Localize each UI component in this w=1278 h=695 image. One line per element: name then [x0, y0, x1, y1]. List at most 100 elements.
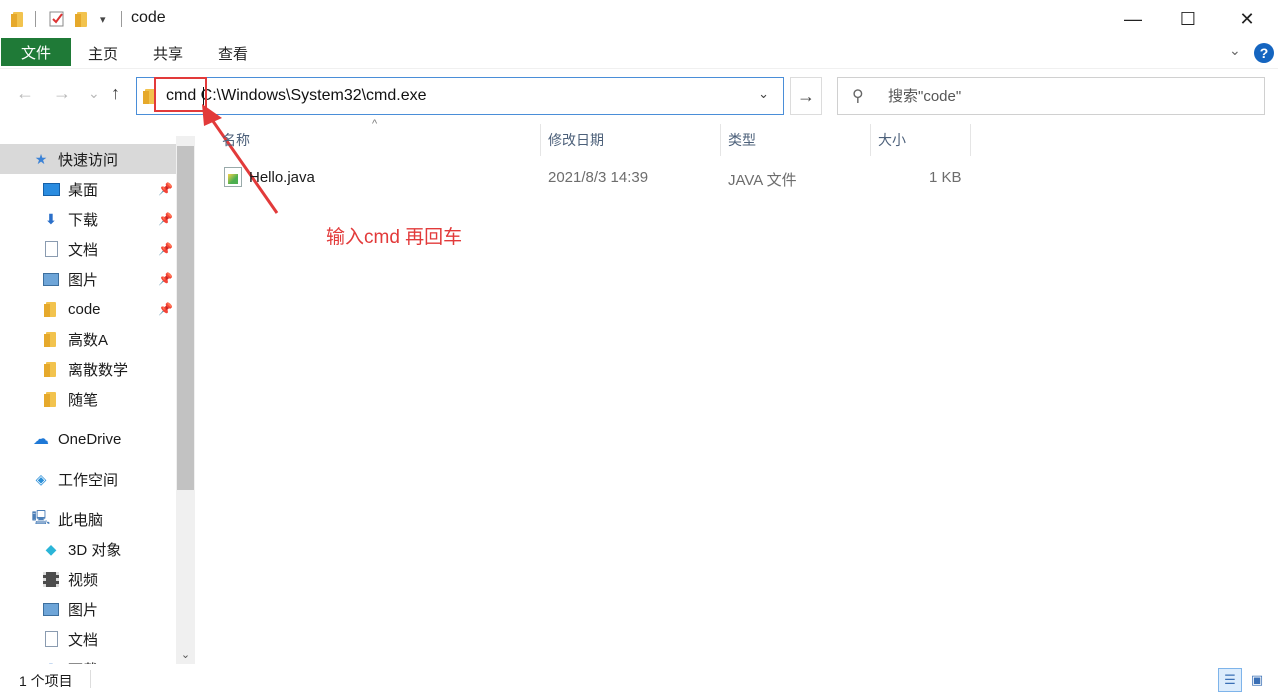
sidebar-item-notes[interactable]: 随笔 — [0, 384, 176, 414]
column-header-type[interactable]: 类型 — [720, 124, 870, 156]
minimize-icon: — — [1124, 8, 1142, 29]
search-box[interactable]: ⚲ — [837, 77, 1265, 115]
annotation-arrow — [202, 104, 279, 214]
sidebar-item-label: 3D 对象 — [68, 541, 122, 559]
sidebar-item-gaoshu-a[interactable]: 高数A — [0, 324, 176, 354]
column-header-name[interactable]: 名称 — [214, 124, 540, 156]
sidebar-item-label: 桌面 — [68, 181, 99, 199]
search-input[interactable] — [888, 86, 1248, 106]
minimize-button[interactable]: — — [1110, 0, 1156, 38]
folder-icon — [42, 391, 60, 407]
folder-icon — [42, 361, 60, 377]
sidebar-item-label: 随笔 — [68, 391, 99, 409]
sidebar-item-label: 下载 — [68, 211, 99, 229]
sidebar-item-label: OneDrive — [58, 430, 122, 448]
sidebar-item-downloads-pc[interactable]: ⬇ 下载 — [0, 654, 176, 665]
sidebar-item-workspace[interactable]: ◈ 工作空间 — [0, 464, 176, 494]
sidebar-item-desktop[interactable]: 桌面 📌 — [0, 174, 176, 204]
file-type: JAVA 文件 — [728, 172, 797, 189]
ribbon: 文件 主页 共享 查看 ⌄ ? — [0, 38, 1278, 68]
computer-icon: 🖳 — [31, 509, 51, 525]
pin-icon: 📌 — [158, 272, 173, 286]
close-button[interactable]: ✕ — [1224, 0, 1270, 38]
tab-home[interactable]: 主页 — [88, 43, 118, 64]
sidebar-item-this-pc[interactable]: 🖳 此电脑 — [0, 504, 176, 534]
document-icon — [42, 631, 60, 647]
help-icon[interactable]: ? — [1254, 43, 1274, 63]
sidebar-item-pictures-pc[interactable]: 图片 — [0, 594, 176, 624]
status-bar: 1 个项目 ☰ ▣ — [0, 664, 1278, 695]
title-bar: ▾ code — ☐ ✕ — [0, 0, 1278, 38]
up-button[interactable]: ↑ — [111, 83, 120, 104]
properties-icon[interactable] — [48, 8, 66, 30]
sidebar-item-label: 离散数学 — [68, 361, 129, 379]
maximize-icon: ☐ — [1179, 8, 1197, 29]
sidebar-item-onedrive[interactable]: ☁ OneDrive — [0, 424, 176, 454]
new-folder-icon[interactable] — [75, 8, 89, 30]
tab-view[interactable]: 查看 — [218, 43, 248, 64]
pin-icon: 📌 — [158, 212, 173, 226]
sidebar-item-label: 视频 — [68, 571, 99, 589]
sidebar-item-code[interactable]: code 📌 — [0, 294, 176, 324]
file-name: Hello.java — [249, 169, 315, 186]
column-divider[interactable] — [970, 124, 971, 156]
sidebar-scrollbar-thumb[interactable] — [177, 146, 194, 490]
pin-icon: 📌 — [158, 182, 173, 196]
customize-quick-access-icon[interactable]: ▾ — [100, 8, 106, 30]
tab-file[interactable]: 文件 — [1, 38, 71, 66]
pin-icon: 📌 — [158, 302, 173, 316]
divider — [35, 11, 36, 27]
sidebar-item-label: 文档 — [68, 631, 99, 649]
cube-icon: ◆ — [45, 540, 57, 557]
sidebar-item-videos[interactable]: 视频 — [0, 564, 176, 594]
sidebar-item-documents[interactable]: 文档 📌 — [0, 234, 176, 264]
close-icon: ✕ — [1239, 8, 1255, 29]
column-header-modified[interactable]: 修改日期 — [540, 124, 720, 156]
chevron-down-icon[interactable]: ⌄ — [758, 86, 769, 102]
chevron-down-icon[interactable]: ⌄ — [1229, 42, 1241, 59]
window-title: code — [131, 9, 166, 26]
sidebar-item-label: 图片 — [68, 271, 99, 289]
picture-icon — [42, 271, 60, 287]
recent-locations-button[interactable]: ⌄ — [88, 85, 100, 102]
maximize-button[interactable]: ☐ — [1165, 0, 1211, 38]
large-icons-view-icon: ▣ — [1250, 672, 1264, 687]
sidebar-item-label: 图片 — [68, 601, 99, 619]
sidebar-item-label: 此电脑 — [58, 511, 104, 529]
sidebar-item-discrete-math[interactable]: 离散数学 — [0, 354, 176, 384]
java-file-icon — [224, 167, 242, 187]
sidebar-item-3d-objects[interactable]: ◆ 3D 对象 — [0, 534, 176, 564]
workspace-icon: ◈ — [35, 470, 47, 487]
sidebar-item-label: 高数A — [68, 331, 109, 349]
sidebar-item-label: code — [68, 300, 101, 318]
details-view-button[interactable]: ☰ — [1218, 668, 1242, 692]
navigation-pane: ★ 快速访问 桌面 📌 ⬇ 下载 📌 文档 📌 图片 📌 code 📌 高数A … — [0, 136, 196, 664]
search-icon: ⚲ — [852, 88, 864, 105]
scroll-down-arrow-icon[interactable]: ⌄ — [176, 645, 195, 663]
details-view-icon: ☰ — [1224, 672, 1236, 687]
star-icon: ★ — [34, 150, 48, 167]
go-button[interactable]: → — [790, 77, 822, 115]
divider — [121, 11, 122, 27]
sidebar-item-label: 快速访问 — [58, 151, 119, 169]
annotation-text: 输入cmd 再回车 — [326, 227, 463, 248]
cloud-icon: ☁ — [33, 431, 49, 448]
sidebar-item-quick-access[interactable]: ★ 快速访问 — [0, 144, 176, 174]
file-row[interactable]: Hello.java 2021/8/3 14:39 JAVA 文件 1 KB — [220, 163, 972, 193]
forward-button[interactable]: → — [53, 83, 71, 104]
folder-icon — [42, 301, 60, 317]
file-size: 1 KB — [929, 169, 962, 186]
large-icons-view-button[interactable]: ▣ — [1245, 668, 1269, 692]
picture-icon — [42, 601, 60, 617]
folder-icon — [11, 8, 25, 30]
file-modified: 2021/8/3 14:39 — [548, 169, 649, 186]
desktop-icon — [42, 181, 60, 197]
back-button[interactable]: ← — [16, 83, 34, 104]
sidebar-item-pictures[interactable]: 图片 📌 — [0, 264, 176, 294]
download-icon: ⬇ — [45, 210, 57, 227]
tab-share[interactable]: 共享 — [153, 43, 183, 64]
column-header-size[interactable]: 大小 — [870, 124, 970, 156]
sidebar-item-downloads[interactable]: ⬇ 下载 📌 — [0, 204, 176, 234]
document-icon — [42, 241, 60, 257]
sidebar-item-documents-pc[interactable]: 文档 — [0, 624, 176, 654]
